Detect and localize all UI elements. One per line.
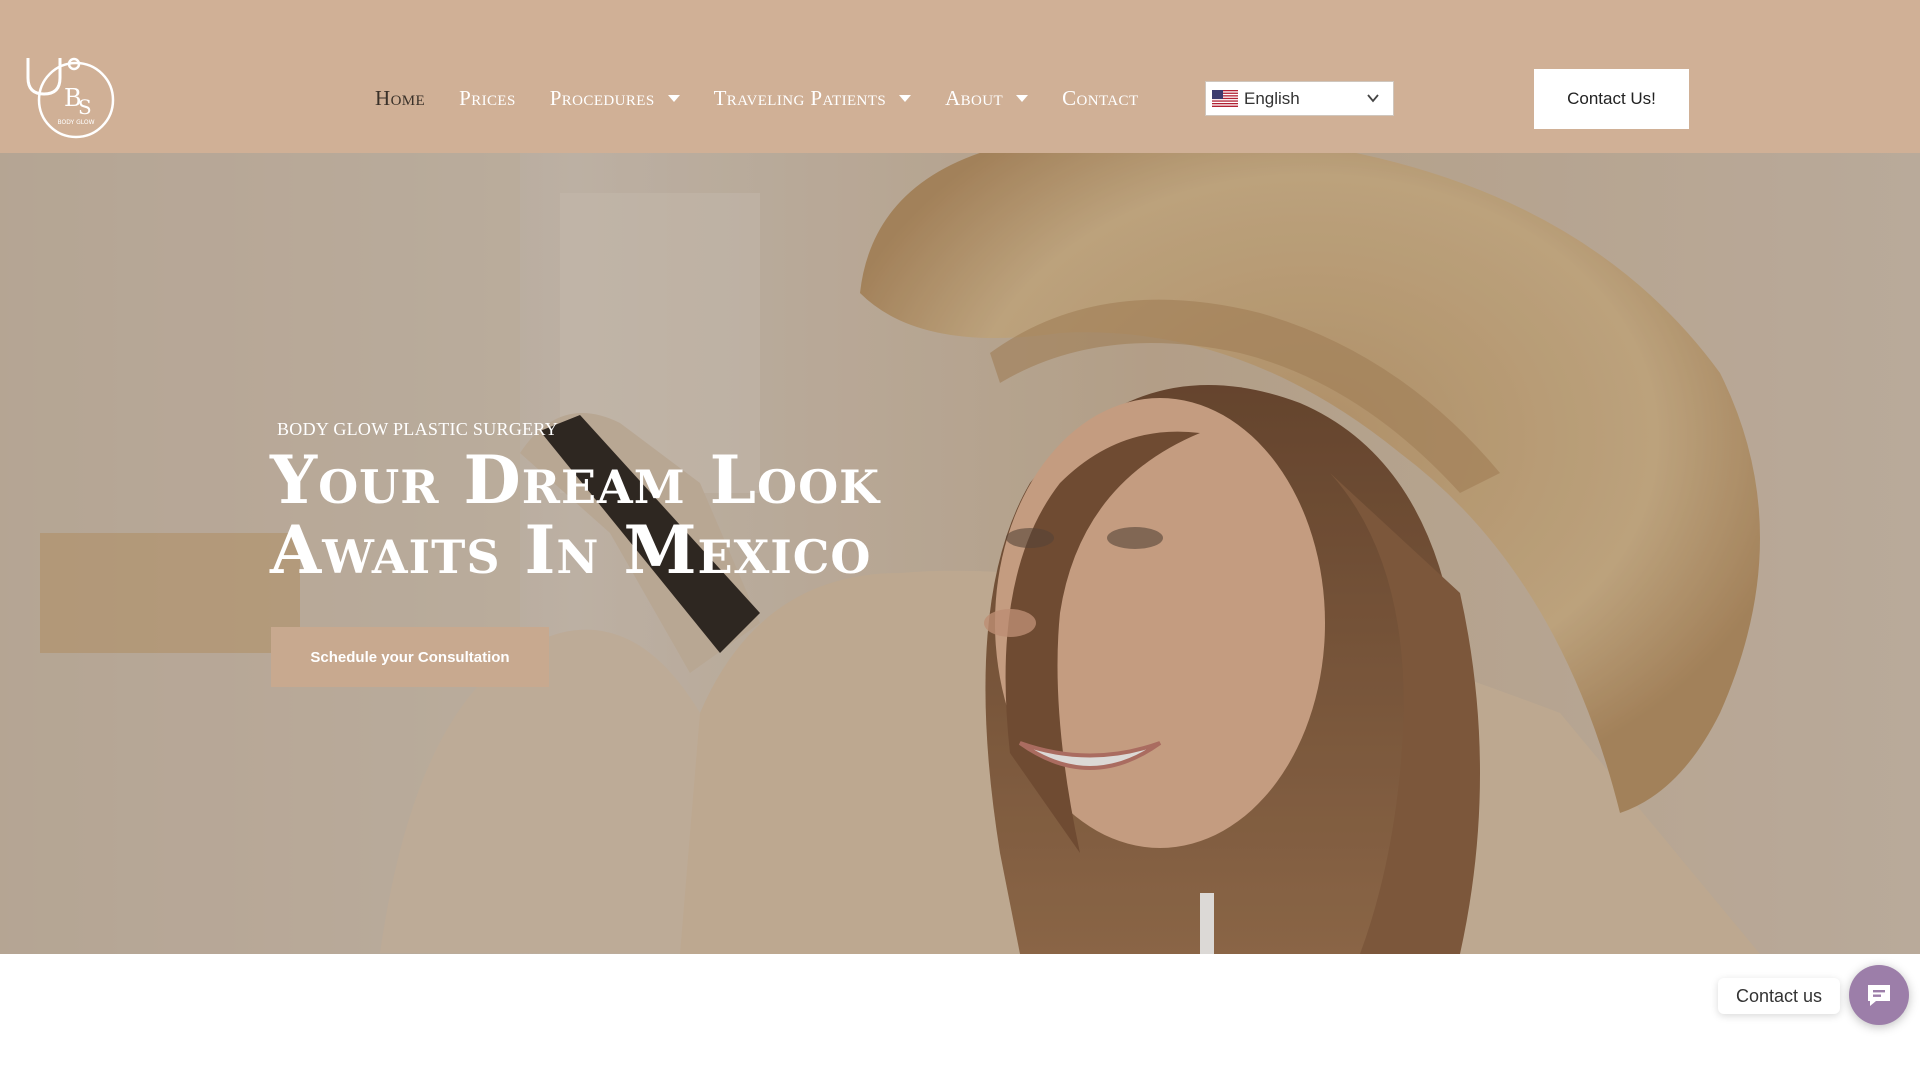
logo-text: BODY GLOW — [57, 119, 94, 126]
svg-text:S: S — [78, 95, 92, 119]
nav-home[interactable]: Home — [375, 86, 425, 111]
hero-title: Your Dream Look Awaits In Mexico — [270, 445, 1030, 585]
nav-about[interactable]: About — [945, 85, 1029, 111]
caret-down-icon — [667, 94, 680, 102]
caret-down-icon — [899, 94, 912, 102]
hero-eyebrow: BODY GLOW PLASTIC SURGERY — [277, 419, 559, 439]
nav-procedures[interactable]: Procedures — [550, 86, 680, 111]
nav-procedures-label: Procedures — [549, 85, 655, 110]
hero-title-line-2: Awaits In Mexico — [270, 511, 872, 589]
main-nav: Home Prices Procedures Traveling Patient… — [375, 86, 1173, 110]
nav-home-label: Home — [375, 85, 426, 110]
contact-us-button[interactable]: Contact Us! — [1534, 69, 1689, 129]
chat-label[interactable]: Contact us — [1718, 978, 1840, 1014]
chat-button[interactable] — [1849, 965, 1909, 1025]
hero-title-line-1: Your Dream Look — [270, 441, 881, 519]
nav-about-label: About — [945, 85, 1004, 110]
language-select[interactable]: English — [1205, 81, 1394, 116]
nav-traveling-patients[interactable]: Traveling Patients — [714, 86, 912, 111]
nav-prices-label: Prices — [459, 85, 516, 110]
site-header: B S BODY GLOW Home Prices Procedures Tra… — [0, 0, 1920, 153]
schedule-consultation-button[interactable]: Schedule your Consultation — [271, 627, 549, 687]
chevron-down-icon — [1367, 94, 1379, 103]
stethoscope-logo-icon[interactable]: B S BODY GLOW — [24, 56, 116, 140]
caret-down-icon — [1016, 94, 1029, 102]
nav-contact-label: Contact — [1062, 85, 1139, 110]
nav-traveling-patients-label: Traveling Patients — [713, 85, 887, 110]
chat-bubble-icon — [1868, 985, 1890, 1006]
language-selected: English — [1244, 88, 1300, 108]
nav-contact[interactable]: Contact — [1062, 86, 1138, 111]
hero-section: BODY GLOW PLASTIC SURGERY Your Dream Loo… — [0, 153, 1920, 954]
nav-prices[interactable]: Prices — [459, 86, 516, 111]
us-flag-icon — [1212, 90, 1238, 107]
